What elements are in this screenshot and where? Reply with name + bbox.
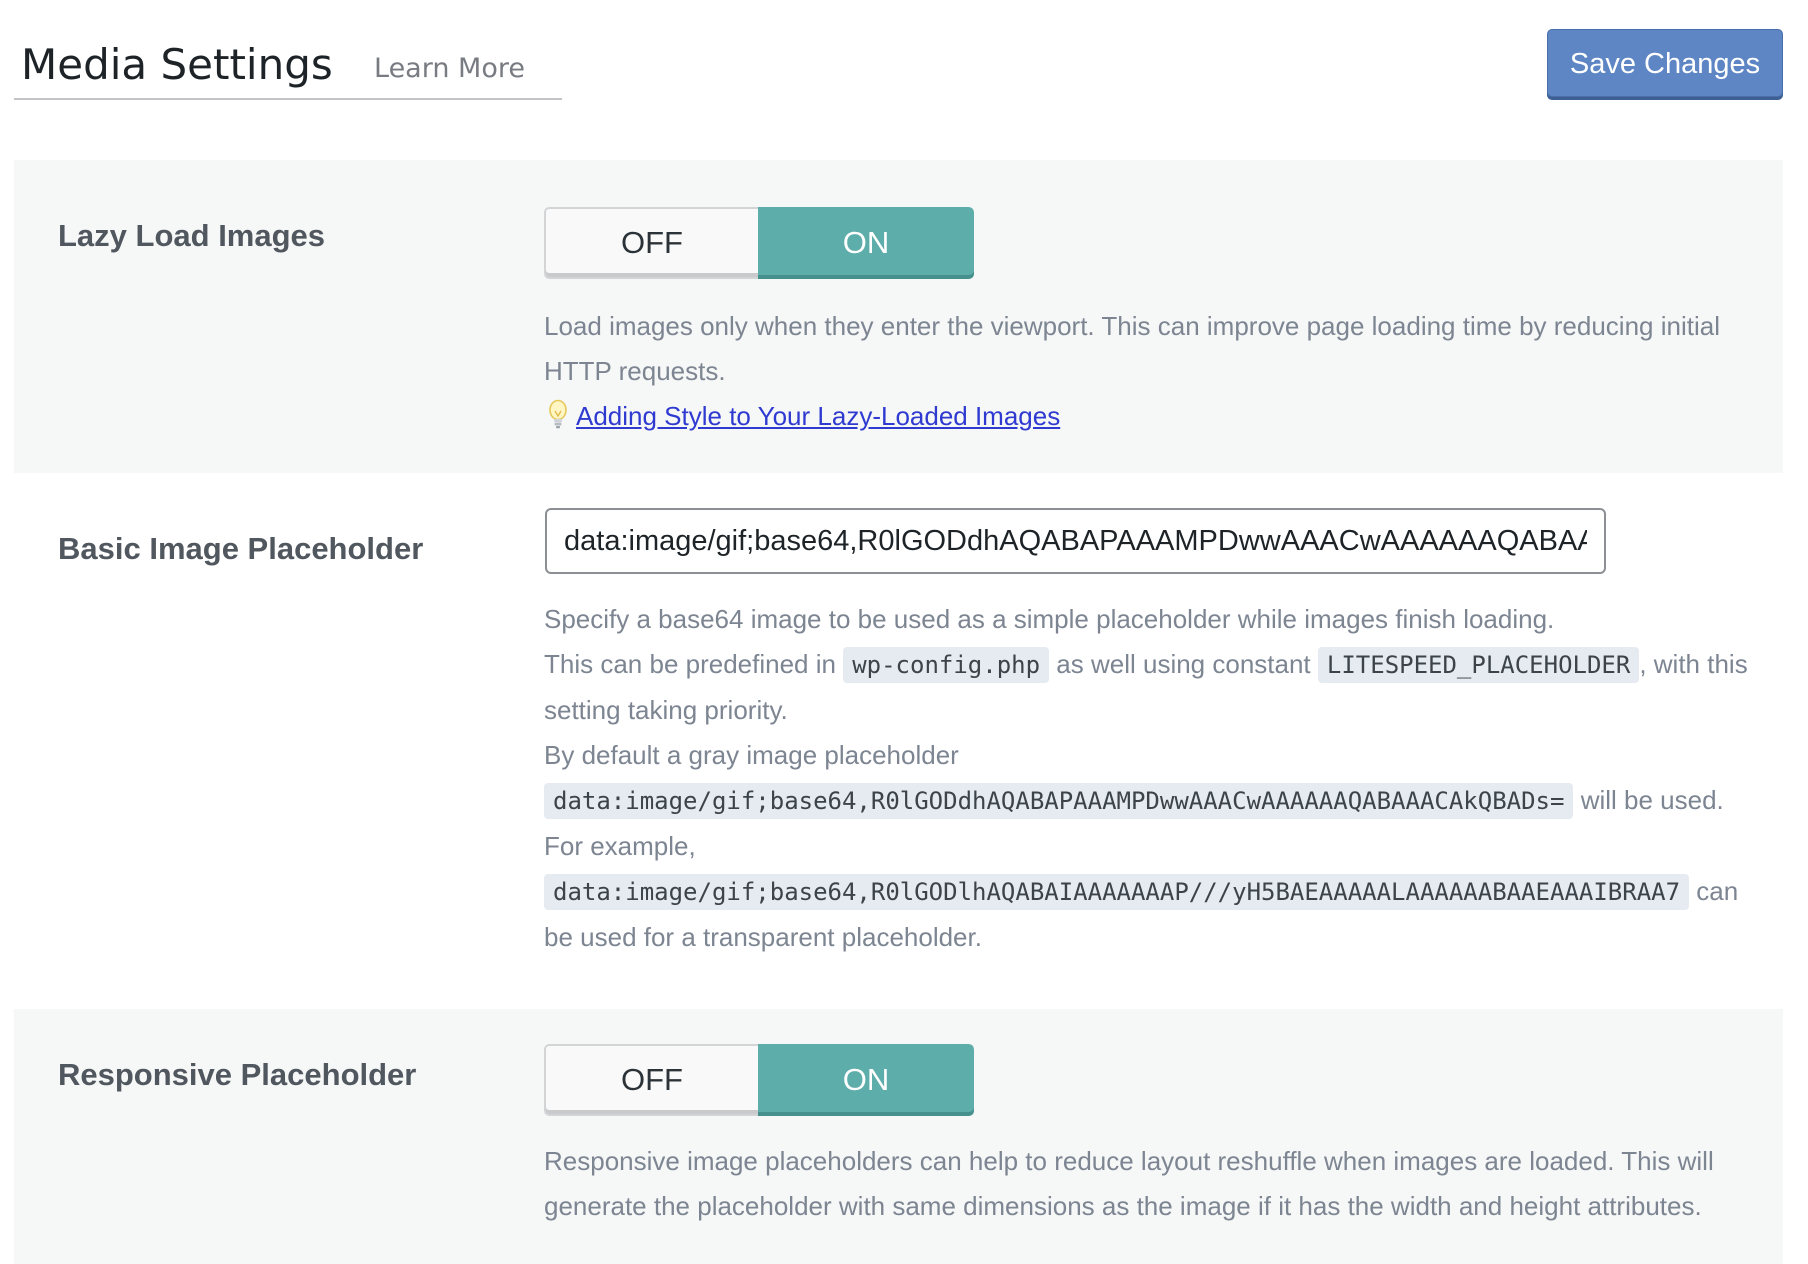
setting-label: Responsive Placeholder bbox=[58, 1057, 417, 1092]
code-snippet: data:image/gif;base64,R0lGODdhAQABAPAAAM… bbox=[544, 783, 1574, 819]
lightbulb-icon bbox=[544, 398, 572, 432]
code-snippet: wp-config.php bbox=[843, 647, 1050, 683]
description-text: Responsive image placeholders can help t… bbox=[544, 1146, 1714, 1221]
toggle-off-option[interactable]: OFF bbox=[544, 207, 758, 279]
setting-label: Lazy Load Images bbox=[58, 218, 326, 253]
page-title: Media Settings bbox=[21, 40, 333, 89]
description-line: data:image/gif;base64,R0lGODlhAQABAIAAAA… bbox=[544, 869, 1764, 960]
lazy-load-style-link[interactable]: Adding Style to Your Lazy-Loaded Images bbox=[576, 394, 1060, 439]
setting-row-basic-image-placeholder: Basic Image Placeholder Specify a base64… bbox=[14, 473, 1783, 1009]
save-changes-button[interactable]: Save Changes bbox=[1547, 29, 1783, 97]
setting-label: Basic Image Placeholder bbox=[58, 531, 424, 566]
description-line: By default a gray image placeholder bbox=[544, 740, 959, 770]
description-text: Load images only when they enter the vie… bbox=[544, 311, 1720, 386]
toggle-off-option[interactable]: OFF bbox=[544, 1044, 758, 1116]
description-text: This can be predefined in bbox=[544, 649, 836, 679]
code-snippet: data:image/gif;base64,R0lGODlhAQABAIAAAA… bbox=[544, 874, 1690, 910]
learn-more-link[interactable]: Learn More bbox=[374, 53, 525, 84]
setting-description: Load images only when they enter the vie… bbox=[544, 304, 1764, 439]
description-line: For example, bbox=[544, 831, 696, 861]
responsive-placeholder-toggle[interactable]: OFF ON bbox=[544, 1044, 974, 1116]
toggle-on-option[interactable]: ON bbox=[758, 1044, 974, 1116]
description-line: This can be predefined in wp-config.php … bbox=[544, 642, 1764, 733]
lazy-load-toggle[interactable]: OFF ON bbox=[544, 207, 974, 279]
setting-description: Responsive image placeholders can help t… bbox=[544, 1139, 1764, 1229]
code-snippet: LITESPEED_PLACEHOLDER bbox=[1317, 647, 1640, 683]
description-text: as well using constant bbox=[1056, 649, 1311, 679]
setting-row-lazy-load-images: Lazy Load Images OFF ON Load images only… bbox=[14, 160, 1783, 473]
media-settings-page: Media Settings Learn More Save Changes L… bbox=[0, 0, 1808, 1264]
toggle-on-option[interactable]: ON bbox=[758, 207, 974, 279]
setting-description: Specify a base64 image to be used as a s… bbox=[544, 597, 1764, 960]
setting-row-responsive-placeholder: Responsive Placeholder OFF ON Responsive… bbox=[14, 1009, 1783, 1264]
description-line: data:image/gif;base64,R0lGODdhAQABAPAAAM… bbox=[544, 778, 1764, 824]
page-header: Media Settings Learn More bbox=[14, 20, 562, 100]
placeholder-input[interactable] bbox=[545, 508, 1606, 574]
tip-line: Adding Style to Your Lazy-Loaded Images bbox=[544, 394, 1764, 439]
description-line: Specify a base64 image to be used as a s… bbox=[544, 604, 1555, 634]
description-text: will be used. bbox=[1580, 785, 1724, 815]
